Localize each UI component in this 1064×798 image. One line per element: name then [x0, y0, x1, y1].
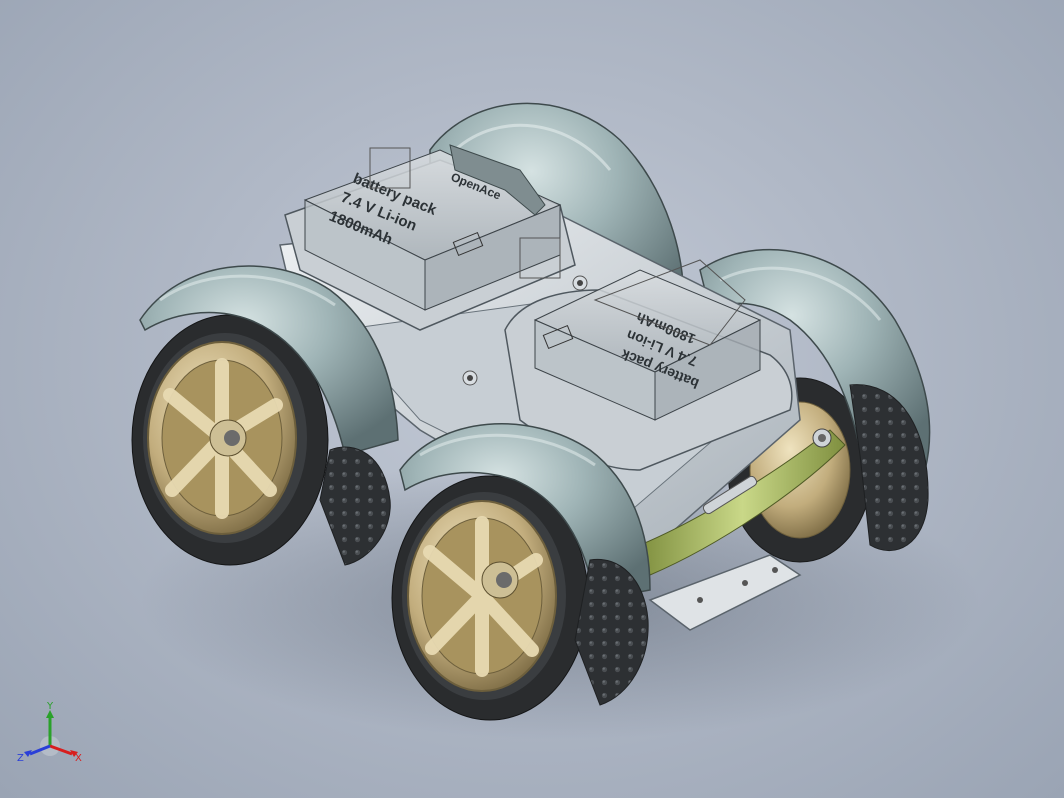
graphics-viewport[interactable]: battery pack 7.4 V Li-ion 1800mAh OpenAc…: [0, 0, 1064, 798]
triad-x-label: X: [75, 753, 82, 764]
triad-z-label: Z: [17, 753, 24, 764]
robot-car-model[interactable]: battery pack 7.4 V Li-ion 1800mAh OpenAc…: [0, 0, 1064, 798]
triad-y-label: Y: [46, 701, 54, 712]
view-orientation-triad[interactable]: Y X Z: [14, 700, 86, 772]
